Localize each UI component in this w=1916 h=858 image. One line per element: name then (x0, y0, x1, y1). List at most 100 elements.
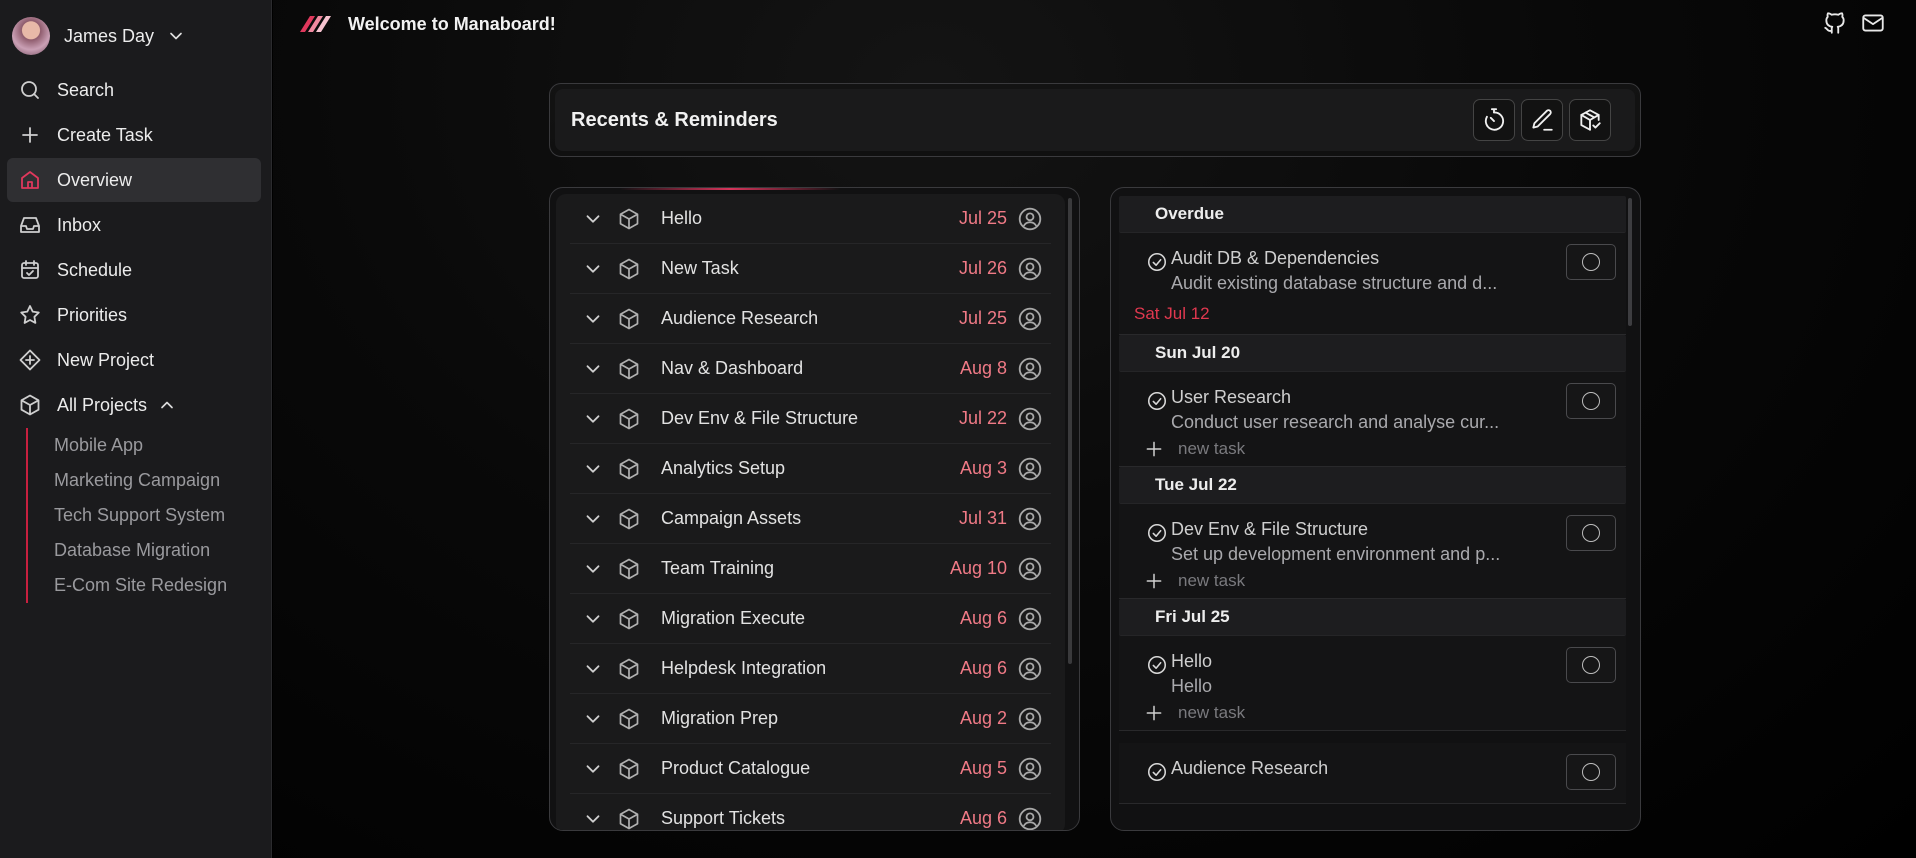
user-circle-icon[interactable] (1017, 256, 1043, 282)
user-circle-icon[interactable] (1017, 356, 1043, 382)
section-title: Recents & Reminders (571, 108, 778, 131)
recent-task-row[interactable]: Dev Env & File Structure Jul 22 (570, 394, 1051, 444)
task-due-date: Jul 25 (958, 208, 1007, 228)
complete-toggle[interactable] (1566, 244, 1616, 280)
chevron-down-icon[interactable] (582, 358, 604, 380)
project-item[interactable]: Marketing Campaign (28, 463, 256, 498)
nav-priorities[interactable]: Priorities (7, 293, 261, 337)
new-task-button[interactable]: new task (1119, 696, 1626, 730)
cube-icon (619, 308, 639, 329)
chevron-down-icon (170, 32, 182, 40)
mail-icon[interactable] (1860, 10, 1886, 36)
star-icon (20, 305, 40, 324)
complete-toggle[interactable] (1566, 754, 1616, 790)
recent-task-row[interactable]: Team Training Aug 10 (570, 544, 1051, 594)
project-item[interactable]: Mobile App (28, 428, 256, 463)
reminder-task[interactable]: User Research Conduct user research and … (1119, 372, 1626, 432)
nav-create-task[interactable]: Create Task (7, 113, 261, 157)
chevron-down-icon[interactable] (582, 308, 604, 330)
chevron-down-icon[interactable] (582, 608, 604, 630)
plus-icon (1146, 705, 1162, 721)
reminder-task[interactable]: Dev Env & File Structure Set up developm… (1119, 504, 1626, 564)
reminder-description: Set up development environment and p... (1171, 544, 1501, 564)
check-circle-icon (1147, 391, 1167, 411)
user-circle-icon[interactable] (1017, 656, 1043, 682)
cube-icon (619, 208, 639, 229)
recent-task-row[interactable]: Product Catalogue Aug 5 (570, 744, 1051, 794)
user-menu[interactable]: James Day (12, 16, 252, 56)
complete-toggle[interactable] (1566, 383, 1616, 419)
chevron-down-icon[interactable] (582, 458, 604, 480)
new-task-button[interactable]: new task (1119, 432, 1626, 466)
reminder-task[interactable]: Audience Research (1119, 743, 1626, 803)
nav-label: Overview (57, 169, 133, 190)
reminder-task[interactable]: Hello Hello (1119, 636, 1626, 696)
manaboard-logo-icon (300, 16, 331, 32)
nav-all-projects[interactable]: All Projects (7, 383, 261, 427)
nav-overview[interactable]: Overview (7, 158, 261, 202)
circle-icon (1582, 524, 1600, 542)
task-due-date: Aug 2 (959, 708, 1007, 728)
recent-task-row[interactable]: Hello Jul 25 (570, 194, 1051, 244)
chevron-down-icon[interactable] (582, 558, 604, 580)
user-circle-icon[interactable] (1017, 556, 1043, 582)
chevron-down-icon[interactable] (582, 258, 604, 280)
scrollbar[interactable] (1628, 198, 1632, 326)
chevron-down-icon[interactable] (582, 708, 604, 730)
chevron-down-icon[interactable] (582, 208, 604, 230)
user-circle-icon[interactable] (1017, 206, 1043, 232)
chevron-down-icon[interactable] (582, 658, 604, 680)
user-circle-icon[interactable] (1017, 506, 1043, 532)
recent-task-row[interactable]: New Task Jul 26 (570, 244, 1051, 294)
task-due-date: Jul 26 (958, 258, 1007, 278)
new-task-button[interactable]: new task (1119, 564, 1626, 598)
user-circle-icon[interactable] (1017, 406, 1043, 432)
reminder-task[interactable]: Audit DB & Dependencies Audit existing d… (1119, 233, 1626, 293)
nav-search[interactable]: Search (7, 68, 261, 112)
check-circle-icon (1147, 655, 1167, 675)
recent-task-row[interactable]: Migration Execute Aug 6 (570, 594, 1051, 644)
user-circle-icon[interactable] (1017, 606, 1043, 632)
recent-task-row[interactable]: Migration Prep Aug 2 (570, 694, 1051, 744)
edit-button[interactable] (1521, 99, 1563, 141)
complete-toggle[interactable] (1566, 515, 1616, 551)
chevron-down-icon[interactable] (582, 408, 604, 430)
recent-task-row[interactable]: Support Tickets Aug 6 (570, 794, 1051, 832)
cube-icon (619, 258, 639, 279)
new-task-label: new task (1178, 703, 1246, 722)
task-name: Team Training (661, 558, 775, 578)
recent-task-row[interactable]: Analytics Setup Aug 3 (570, 444, 1051, 494)
user-circle-icon[interactable] (1017, 456, 1043, 482)
recent-task-row[interactable]: Helpdesk Integration Aug 6 (570, 644, 1051, 694)
reminder-description: Conduct user research and analyse cur... (1171, 412, 1500, 432)
reminder-list: Overdue Audit DB & Dependencies Audit ex… (1119, 196, 1626, 830)
project-item[interactable]: Tech Support System (28, 498, 256, 533)
recent-task-row[interactable]: Nav & Dashboard Aug 8 (570, 344, 1051, 394)
nav-schedule[interactable]: Schedule (7, 248, 261, 292)
scrollbar[interactable] (1068, 198, 1072, 664)
nav-new-project[interactable]: New Project (7, 338, 261, 382)
chevron-down-icon[interactable] (582, 508, 604, 530)
cube-icon (619, 458, 639, 479)
user-circle-icon[interactable] (1017, 756, 1043, 782)
task-due-date: Aug 6 (959, 658, 1007, 678)
task-name: Audience Research (661, 308, 819, 328)
task-due-date: Aug 3 (959, 458, 1007, 478)
nav-inbox[interactable]: Inbox (7, 203, 261, 247)
user-circle-icon[interactable] (1017, 806, 1043, 832)
recent-task-row[interactable]: Audience Research Jul 25 (570, 294, 1051, 344)
sidebar: James Day Search Create Task Overview In… (0, 0, 272, 858)
github-icon[interactable] (1822, 10, 1848, 36)
package-check-button[interactable] (1569, 99, 1611, 141)
complete-toggle[interactable] (1566, 647, 1616, 683)
task-name: Hello (661, 208, 703, 228)
timer-button[interactable] (1473, 99, 1515, 141)
project-item[interactable]: E-Com Site Redesign (28, 568, 256, 603)
cube-icon (619, 758, 639, 779)
user-circle-icon[interactable] (1017, 306, 1043, 332)
chevron-down-icon[interactable] (582, 808, 604, 830)
project-item[interactable]: Database Migration (28, 533, 256, 568)
recent-task-row[interactable]: Campaign Assets Jul 31 (570, 494, 1051, 544)
user-circle-icon[interactable] (1017, 706, 1043, 732)
chevron-down-icon[interactable] (582, 758, 604, 780)
